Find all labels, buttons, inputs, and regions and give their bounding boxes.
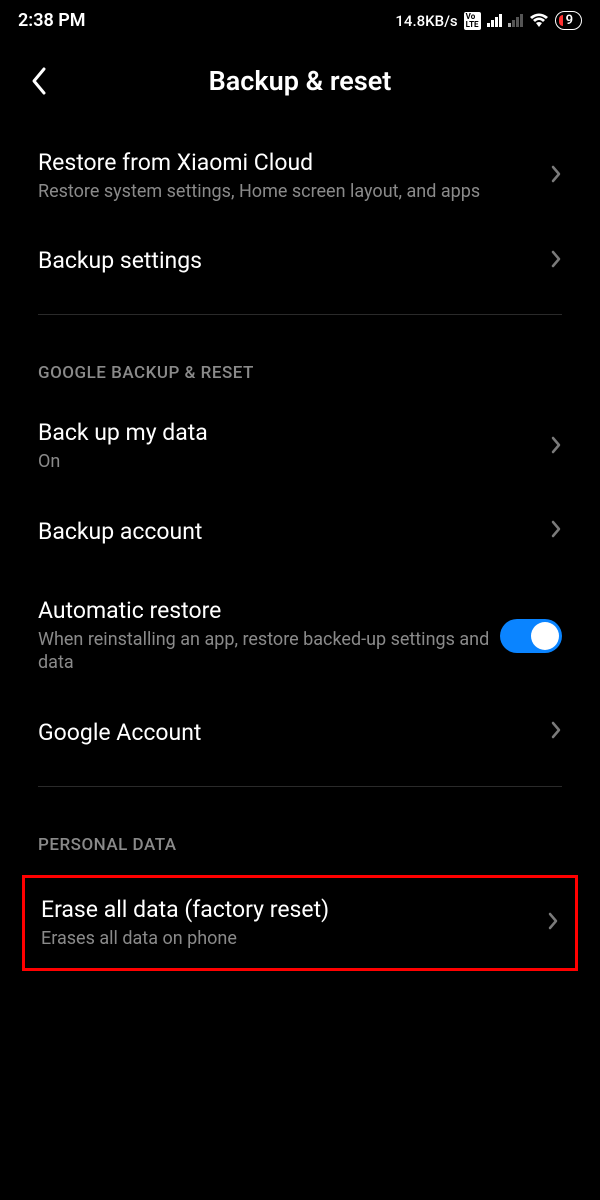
status-bar: 2:38 PM 14.8KB/s VoLTE 9 — [0, 0, 600, 39]
chevron-right-icon — [550, 720, 562, 744]
status-netspeed: 14.8KB/s — [395, 12, 457, 30]
battery-level: 9 — [566, 13, 573, 28]
page-title: Backup & reset — [30, 65, 570, 97]
battery-icon: 9 — [555, 11, 582, 30]
chevron-right-icon — [550, 435, 562, 459]
content: Restore from Xiaomi Cloud Restore system… — [0, 127, 600, 971]
automatic-restore-toggle[interactable] — [500, 619, 562, 653]
chevron-right-icon — [550, 519, 562, 543]
chevron-right-icon — [550, 249, 562, 273]
row-sub: On — [38, 450, 538, 473]
row-sub: When reinstalling an app, restore backed… — [38, 628, 500, 675]
toggle-knob — [531, 622, 559, 650]
header: Backup & reset — [0, 39, 600, 127]
row-sub: Erases all data on phone — [41, 927, 535, 950]
row-label: Automatic restore — [38, 597, 500, 624]
volte-icon: VoLTE — [464, 12, 481, 30]
status-time: 2:38 PM — [18, 10, 86, 31]
row-backup-account[interactable]: Backup account — [0, 496, 600, 567]
row-label: Restore from Xiaomi Cloud — [38, 149, 538, 176]
status-right: 14.8KB/s VoLTE 9 — [395, 11, 582, 30]
row-google-account[interactable]: Google Account — [0, 697, 600, 768]
row-label: Back up my data — [38, 419, 538, 446]
row-label: Google Account — [38, 719, 538, 746]
signal-icon — [487, 14, 502, 27]
highlight-box: Erase all data (factory reset) Erases al… — [22, 875, 578, 971]
row-automatic-restore[interactable]: Automatic restore When reinstalling an a… — [0, 567, 600, 697]
wifi-icon — [529, 13, 549, 29]
signal-icon-sim2 — [508, 14, 523, 27]
chevron-right-icon — [550, 164, 562, 188]
section-google-backup: GOOGLE BACKUP & RESET — [0, 333, 600, 397]
chevron-right-icon — [547, 911, 559, 935]
row-back-up-my-data[interactable]: Back up my data On — [0, 397, 600, 495]
row-label: Erase all data (factory reset) — [41, 896, 535, 923]
row-sub: Restore system settings, Home screen lay… — [38, 180, 538, 203]
divider — [38, 314, 562, 315]
section-personal-data: PERSONAL DATA — [0, 805, 600, 869]
row-restore-cloud[interactable]: Restore from Xiaomi Cloud Restore system… — [0, 127, 600, 225]
row-backup-settings[interactable]: Backup settings — [0, 225, 600, 296]
row-erase-all-data[interactable]: Erase all data (factory reset) Erases al… — [25, 878, 575, 968]
row-label: Backup account — [38, 518, 538, 545]
row-label: Backup settings — [38, 247, 538, 274]
divider — [38, 786, 562, 787]
